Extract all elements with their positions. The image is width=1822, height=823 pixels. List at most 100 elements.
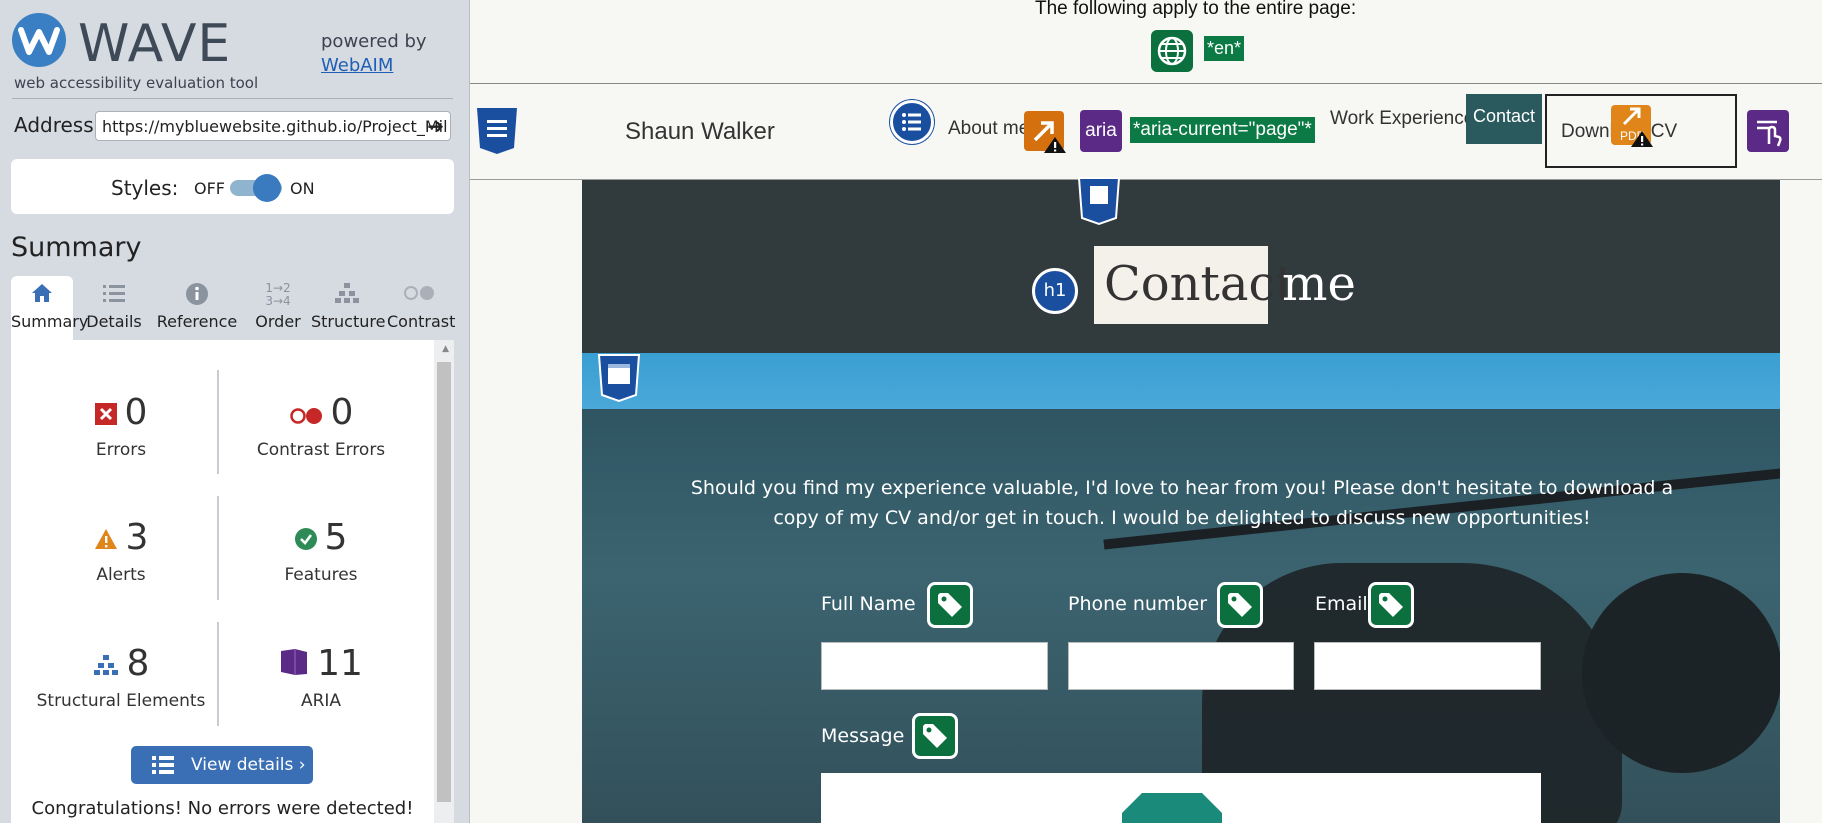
scrollbar-thumb[interactable]: [437, 362, 451, 802]
page-level-notice: The following apply to the entire page:: [1035, 0, 1357, 19]
styles-off-label: OFF: [194, 179, 225, 198]
error-icon: [94, 391, 117, 437]
contact-hero: Should you find my experience valuable, …: [582, 353, 1780, 823]
view-details-button[interactable]: View details ›: [131, 746, 313, 784]
list-icon: [152, 756, 174, 774]
congrats-message: Congratulations! No errors were detected…: [31, 798, 414, 819]
styles-label: Styles:: [111, 176, 179, 200]
sidebar-divider: [12, 98, 453, 99]
features-count: 5: [324, 517, 348, 558]
structure-icon: [93, 642, 119, 688]
nav-work-experience[interactable]: Work Experience: [1330, 108, 1474, 130]
structural-label: Structural Elements: [36, 691, 206, 711]
stat-structural[interactable]: 8 Structural Elements: [21, 641, 221, 711]
stat-features[interactable]: 5 Features: [221, 515, 421, 585]
tag-icon[interactable]: [912, 713, 958, 759]
page-content: h1 Contact me Should you find my experie…: [582, 177, 1780, 823]
home-icon: [11, 282, 73, 312]
tag-icon[interactable]: [927, 582, 973, 628]
tab-details[interactable]: Details: [83, 276, 145, 340]
phone-label: Phone number: [1068, 593, 1208, 615]
address-input[interactable]: https://mybluewebsite.github.io/Project_…: [95, 111, 451, 141]
styles-panel: Styles: OFF ON: [11, 159, 454, 214]
heading-band: h1 Contact me: [582, 177, 1780, 353]
tab-reference-label: Reference: [156, 312, 238, 331]
tab-contrast-label: Contrast: [387, 312, 456, 331]
email-input[interactable]: [1314, 642, 1541, 690]
tab-summary[interactable]: Summary: [11, 276, 88, 340]
redundant-link-alert-icon[interactable]: [1023, 110, 1067, 154]
stat-alerts[interactable]: 3 Alerts: [21, 515, 221, 585]
wave-subtitle: web accessibility evaluation tool: [14, 74, 259, 92]
wave-title: WAVE: [78, 14, 232, 74]
tab-structure[interactable]: Structure: [311, 276, 386, 340]
alerts-label: Alerts: [96, 565, 146, 585]
aria-count: 11: [317, 643, 363, 684]
aria-badge[interactable]: aria: [1080, 110, 1122, 152]
alert-icon: [94, 516, 118, 562]
summary-heading: Summary: [11, 232, 142, 263]
address-value: https://mybluewebsite.github.io/Project_…: [102, 117, 448, 136]
full-name-input[interactable]: [821, 642, 1048, 690]
wave-sidebar: WAVE web accessibility evaluation tool p…: [0, 0, 470, 823]
address-label: Address:: [14, 113, 101, 137]
contrast-errors-label: Contrast Errors: [256, 440, 386, 460]
hero-sky: [582, 353, 1780, 409]
aria-touch-icon[interactable]: [1747, 110, 1789, 152]
wave-tabs: Summary Details Reference 1→2 3→4 Order S…: [11, 276, 455, 340]
tab-contrast[interactable]: Contrast: [387, 276, 455, 340]
structure-icon: [311, 282, 383, 312]
webaim-link[interactable]: WebAIM: [321, 55, 393, 76]
lang-tag: *en*: [1204, 36, 1245, 61]
helicopter-nose: [1582, 573, 1780, 773]
list-icon: [83, 282, 145, 312]
summary-panel: ▲ 0 Errors 0 Contrast Errors 3 Alerts 5 …: [11, 340, 454, 823]
alerts-count: 3: [125, 517, 149, 558]
email-label: Email: [1315, 593, 1368, 615]
css-structure-icon[interactable]: [1077, 176, 1121, 226]
tab-reference[interactable]: Reference: [154, 276, 240, 340]
pdf-alert-icon[interactable]: PDF: [1610, 104, 1654, 148]
aria-icon: [279, 642, 309, 688]
arrow-right-icon[interactable]: ➔: [427, 114, 444, 138]
aria-label: ARIA: [300, 691, 342, 711]
tag-icon[interactable]: [1368, 582, 1414, 628]
nav-about-me[interactable]: About me: [948, 118, 1029, 140]
aria-current-tag: *aria-current="page"*: [1130, 117, 1315, 143]
globe-icon[interactable]: [1151, 30, 1193, 72]
features-label: Features: [284, 565, 358, 585]
site-brand[interactable]: Shaun Walker: [625, 118, 775, 146]
list-icon[interactable]: [890, 100, 934, 144]
message-label: Message: [821, 725, 905, 747]
tab-order-label: Order: [255, 312, 301, 331]
info-icon: [154, 282, 240, 312]
phone-input[interactable]: [1068, 642, 1294, 690]
powered-by-label: powered by: [321, 31, 427, 52]
full-name-label: Full Name: [821, 593, 916, 615]
nav-contact[interactable]: Contact: [1466, 94, 1542, 144]
tab-order[interactable]: 1→2 3→4 Order: [249, 276, 307, 340]
css-structure-icon[interactable]: [475, 106, 519, 156]
scroll-up-icon[interactable]: ▲: [442, 344, 449, 354]
contrast-icon: [387, 282, 451, 312]
tab-details-label: Details: [86, 312, 142, 331]
tab-summary-label: Summary: [11, 312, 89, 331]
stat-aria[interactable]: 11 ARIA: [221, 641, 421, 711]
styles-on-label: ON: [290, 179, 315, 198]
summary-scrollbar[interactable]: ▲: [434, 340, 454, 823]
page-heading-contact: Contact: [1104, 256, 1295, 312]
view-details-label: View details ›: [191, 755, 306, 775]
check-icon: [294, 516, 317, 562]
tag-icon[interactable]: [1217, 582, 1263, 628]
stat-errors[interactable]: 0 Errors: [21, 390, 221, 460]
errors-label: Errors: [95, 440, 147, 460]
css-structure-icon[interactable]: [597, 353, 641, 403]
tab-structure-label: Structure: [311, 312, 386, 331]
stat-contrast-errors[interactable]: 0 Contrast Errors: [221, 390, 421, 460]
site-navbar: Shaun Walker About me aria *aria-current…: [470, 84, 1822, 180]
wave-logo-icon: [12, 13, 66, 67]
styles-toggle-knob[interactable]: [253, 174, 281, 202]
evaluated-page: The following apply to the entire page: …: [470, 0, 1822, 823]
h1-icon[interactable]: h1: [1032, 268, 1078, 314]
page-heading-me: me: [1282, 256, 1356, 312]
